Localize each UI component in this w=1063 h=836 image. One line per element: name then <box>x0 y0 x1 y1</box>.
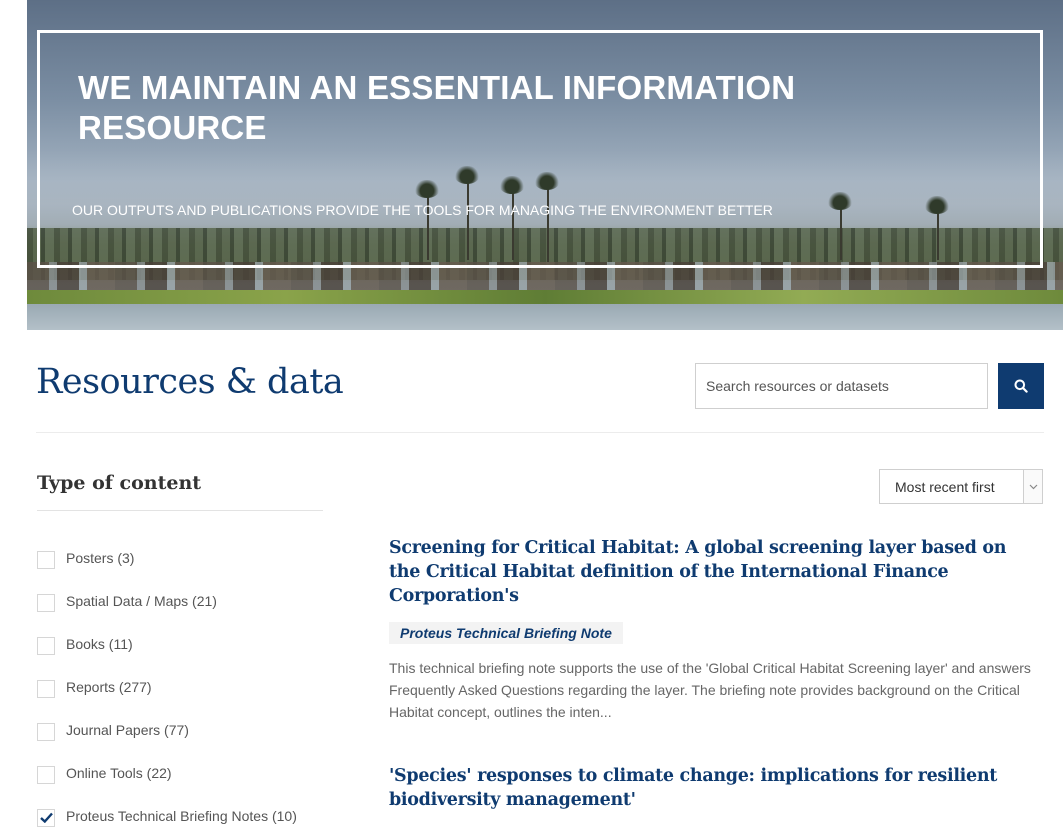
sort-select[interactable]: Most recent first <box>879 469 1043 504</box>
checkbox[interactable] <box>37 722 55 741</box>
header-divider <box>36 432 1044 433</box>
result-item: 'Species' responses to climate change: i… <box>389 764 1039 812</box>
sort-caret[interactable] <box>1023 470 1042 503</box>
filter-label: Online Tools (22) <box>66 764 172 781</box>
filter-item-online-tools[interactable]: Online Tools (22) <box>37 751 297 794</box>
filter-label: Posters (3) <box>66 549 135 566</box>
result-item: Screening for Critical Habitat: A global… <box>389 536 1039 723</box>
hero-grass <box>27 290 1063 304</box>
checkmark-icon <box>39 812 53 823</box>
checkbox[interactable] <box>37 593 55 612</box>
result-description: This technical briefing note supports th… <box>389 660 1031 720</box>
filter-label: Books (11) <box>66 635 133 652</box>
hero-water <box>27 304 1063 330</box>
search-input[interactable] <box>695 363 988 409</box>
filter-item-posters[interactable]: Posters (3) <box>37 536 297 579</box>
checkbox[interactable] <box>37 765 55 784</box>
filter-label: Spatial Data / Maps (21) <box>66 592 217 609</box>
filter-item-reports[interactable]: Reports (277) <box>37 665 297 708</box>
chevron-down-icon <box>1029 484 1037 489</box>
filter-heading: Type of content <box>37 472 202 494</box>
page-title: Resources & data <box>36 362 344 402</box>
filter-item-journal-papers[interactable]: Journal Papers (77) <box>37 708 297 751</box>
filter-label: Reports (277) <box>66 678 152 695</box>
result-title[interactable]: 'Species' responses to climate change: i… <box>389 764 1039 812</box>
sort-value: Most recent first <box>895 478 995 495</box>
filter-label: Journal Papers (77) <box>66 721 189 738</box>
filter-item-books[interactable]: Books (11) <box>37 622 297 665</box>
result-tag: Proteus Technical Briefing Note <box>389 622 623 644</box>
checkbox[interactable] <box>37 550 55 569</box>
checkbox[interactable] <box>37 808 55 827</box>
checkbox[interactable] <box>37 679 55 698</box>
filter-item-spatial-data[interactable]: Spatial Data / Maps (21) <box>37 579 297 622</box>
hero-frame <box>37 30 1043 268</box>
result-title[interactable]: Screening for Critical Habitat: A global… <box>389 536 1039 608</box>
search-button[interactable] <box>998 363 1044 409</box>
checkbox[interactable] <box>37 636 55 655</box>
hero-title: WE MAINTAIN AN ESSENTIAL INFORMATION RES… <box>78 69 796 146</box>
filter-item-proteus-briefing-notes[interactable]: Proteus Technical Briefing Notes (10) <box>37 794 297 836</box>
filter-list: Posters (3) Spatial Data / Maps (21) Boo… <box>37 536 297 836</box>
filter-divider <box>37 510 323 511</box>
filter-label: Proteus Technical Briefing Notes (10) <box>66 807 297 824</box>
hero-subtitle: OUR OUTPUTS AND PUBLICATIONS PROVIDE THE… <box>72 202 773 218</box>
hero-banner: WE MAINTAIN AN ESSENTIAL INFORMATION RES… <box>27 0 1063 330</box>
search-icon <box>1014 379 1028 393</box>
